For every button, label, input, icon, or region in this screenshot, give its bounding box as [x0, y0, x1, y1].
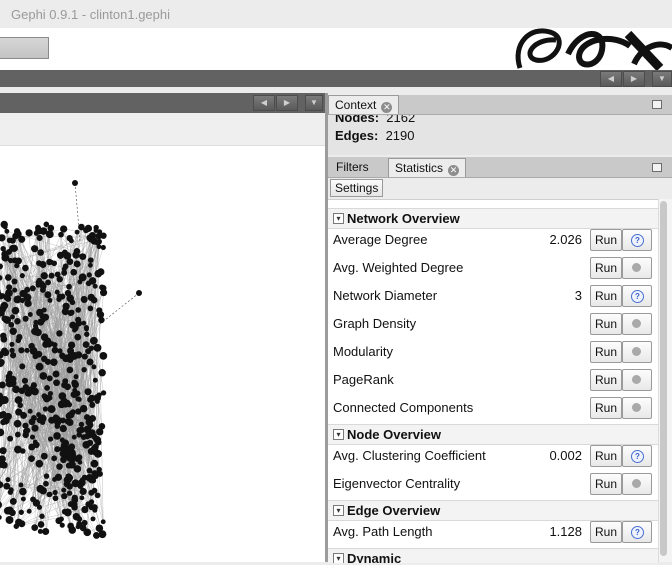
edges-count: Edges: 2190: [335, 128, 415, 143]
info-button[interactable]: ?: [622, 285, 652, 307]
info-button[interactable]: [622, 473, 652, 495]
graph-toolbar: [0, 113, 325, 146]
stat-row-average-degree: Average Degree 2.026 Run ?: [328, 226, 658, 254]
nodes-label: Nodes:: [335, 115, 379, 125]
stat-row-pagerank: PageRank Run: [328, 366, 658, 394]
stat-row-eigenvector-centrality: Eigenvector Centrality Run: [328, 470, 658, 498]
graph-panel-header: ◀ ▶ ▼: [0, 93, 325, 113]
stat-name: Connected Components: [333, 400, 473, 415]
run-button[interactable]: Run: [590, 313, 622, 335]
section-title: Node Overview: [347, 427, 441, 442]
run-button[interactable]: Run: [590, 521, 622, 543]
toolbar-field[interactable]: [0, 37, 49, 59]
stat-name: Network Diameter: [333, 288, 437, 303]
collapse-icon[interactable]: ▾: [333, 429, 344, 440]
run-button[interactable]: Run: [590, 341, 622, 363]
stat-row-avg-clustering-coefficient: Avg. Clustering Coefficient 0.002 Run ?: [328, 442, 658, 470]
run-button[interactable]: Run: [590, 285, 622, 307]
graph-scroll-right-button[interactable]: ▶: [276, 95, 298, 111]
nodes-count: Nodes: 2162: [335, 115, 415, 125]
section-dynamic[interactable]: ▾ Dynamic: [328, 548, 658, 563]
stat-name: Eigenvector Centrality: [333, 476, 460, 491]
scrollbar-thumb[interactable]: [660, 201, 667, 556]
collapse-icon[interactable]: ▾: [333, 505, 344, 516]
stat-row-avg-path-length: Avg. Path Length 1.128 Run ?: [328, 518, 658, 546]
stat-row-avg-weighted-degree: Avg. Weighted Degree Run: [328, 254, 658, 282]
info-icon: ?: [631, 234, 644, 247]
graph-scroll-left-button[interactable]: ◀: [253, 95, 275, 111]
status-dot-icon: [632, 479, 641, 488]
graph-visualization: [0, 146, 325, 562]
section-title: Dynamic: [347, 551, 401, 563]
stat-name: PageRank: [333, 372, 394, 387]
graph-dropdown-button[interactable]: ▼: [305, 95, 323, 111]
info-button[interactable]: [622, 397, 652, 419]
status-dot-icon: [632, 347, 641, 356]
scroll-right-button[interactable]: ▶: [623, 71, 645, 87]
stat-name: Avg. Weighted Degree: [333, 260, 463, 275]
close-icon[interactable]: ✕: [381, 102, 392, 113]
section-title: Edge Overview: [347, 503, 440, 518]
run-button[interactable]: Run: [590, 445, 622, 467]
statistics-panel-header: Filters Statistics ✕: [328, 157, 672, 178]
info-icon: ?: [631, 526, 644, 539]
stat-value: 0.002: [549, 448, 582, 463]
scroll-left-button[interactable]: ◀: [600, 71, 622, 87]
minimize-icon[interactable]: [652, 163, 662, 172]
tab-statistics[interactable]: Statistics ✕: [388, 158, 466, 177]
statistics-tab-label: Statistics: [395, 161, 443, 175]
settings-button[interactable]: Settings: [330, 179, 383, 197]
stat-value: 3: [575, 288, 582, 303]
graph-canvas[interactable]: [0, 146, 325, 562]
statistics-list: ▾ Network Overview Average Degree 2.026 …: [328, 199, 658, 563]
nodes-value: 2162: [386, 115, 415, 125]
info-icon: ?: [631, 290, 644, 303]
info-button[interactable]: [622, 257, 652, 279]
stat-row-graph-density: Graph Density Run: [328, 310, 658, 338]
collapse-icon[interactable]: ▾: [333, 213, 344, 224]
run-button[interactable]: Run: [590, 257, 622, 279]
info-button[interactable]: [622, 369, 652, 391]
dropdown-button[interactable]: ▼: [652, 71, 672, 87]
run-button[interactable]: Run: [590, 473, 622, 495]
stat-name: Graph Density: [333, 316, 416, 331]
window-title: Gephi 0.9.1 - clinton1.gephi: [11, 7, 170, 22]
status-dot-icon: [632, 319, 641, 328]
info-button[interactable]: [622, 341, 652, 363]
filters-tab-label: Filters: [336, 160, 369, 174]
info-icon: ?: [631, 450, 644, 463]
minimize-icon[interactable]: [652, 100, 662, 109]
edges-value: 2190: [386, 128, 415, 143]
context-panel-header: Context ✕: [328, 95, 672, 115]
context-panel: Nodes: 2162 Edges: 2190: [328, 115, 672, 155]
edges-label: Edges:: [335, 128, 378, 143]
info-button[interactable]: ?: [622, 521, 652, 543]
stat-name: Avg. Path Length: [333, 524, 433, 539]
run-button[interactable]: Run: [590, 397, 622, 419]
status-dot-icon: [632, 375, 641, 384]
close-icon[interactable]: ✕: [448, 165, 459, 176]
stat-name: Average Degree: [333, 232, 427, 247]
status-dot-icon: [632, 403, 641, 412]
status-dot-icon: [632, 263, 641, 272]
tab-context[interactable]: Context ✕: [328, 95, 399, 114]
stat-row-network-diameter: Network Diameter 3 Run ?: [328, 282, 658, 310]
tab-filters[interactable]: Filters: [330, 158, 375, 176]
run-button[interactable]: Run: [590, 369, 622, 391]
info-button[interactable]: ?: [622, 229, 652, 251]
stat-row-modularity: Modularity Run: [328, 338, 658, 366]
context-tab-label: Context: [335, 98, 376, 112]
section-title: Network Overview: [347, 211, 460, 226]
toolbar-strip: ◀ ▶ ▼: [0, 70, 672, 87]
stat-name: Modularity: [333, 344, 393, 359]
stat-name: Avg. Clustering Coefficient: [333, 448, 486, 463]
run-button[interactable]: Run: [590, 229, 622, 251]
stat-value: 1.128: [549, 524, 582, 539]
stat-row-connected-components: Connected Components Run: [328, 394, 658, 422]
info-button[interactable]: ?: [622, 445, 652, 467]
gephi-logo: [510, 24, 672, 70]
stat-value: 2.026: [549, 232, 582, 247]
info-button[interactable]: [622, 313, 652, 335]
